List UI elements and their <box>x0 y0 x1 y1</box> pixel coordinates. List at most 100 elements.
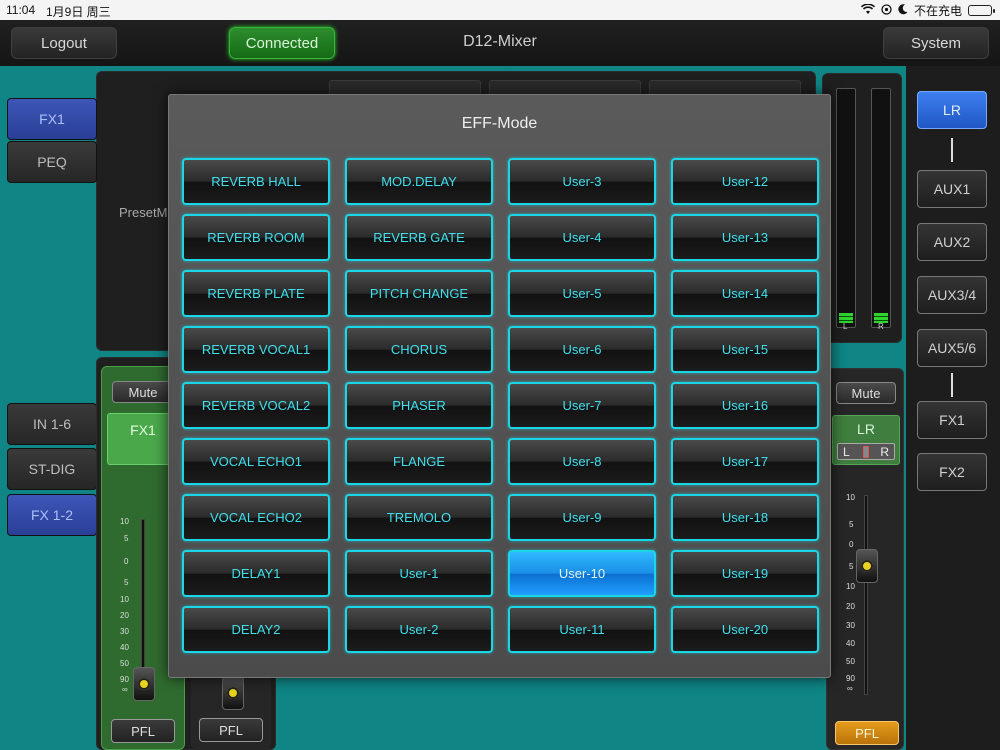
moon-icon <box>898 3 908 18</box>
lr-fader-track[interactable] <box>864 495 868 695</box>
effect-option-button[interactable]: User-14 <box>671 270 819 317</box>
effect-option-button[interactable]: REVERB VOCAL1 <box>182 326 330 373</box>
effect-option-button[interactable]: REVERB GATE <box>345 214 493 261</box>
fx1-scale-inf: ∞ <box>122 685 128 694</box>
fx1-scale-0: 0 <box>124 557 129 566</box>
fx1-scale-10: 10 <box>120 517 129 526</box>
fx1-scale-20: 20 <box>120 611 129 620</box>
lr-fader-knob[interactable] <box>856 549 878 583</box>
effect-option-button[interactable]: User-3 <box>508 158 656 205</box>
lr-balance-l: L <box>843 445 850 459</box>
preset-label: PresetM <box>119 205 168 220</box>
fx1-pfl-button[interactable]: PFL <box>111 719 175 743</box>
effect-option-button[interactable]: VOCAL ECHO1 <box>182 438 330 485</box>
bus-aux1-button[interactable]: AUX1 <box>917 170 987 208</box>
effect-option-button[interactable]: DELAY1 <box>182 550 330 597</box>
effect-option-button[interactable]: User-16 <box>671 382 819 429</box>
system-button[interactable]: System <box>883 27 989 59</box>
effect-option-button[interactable]: User-19 <box>671 550 819 597</box>
tab-peq[interactable]: PEQ <box>7 141 97 183</box>
bus-aux56-button[interactable]: AUX5/6 <box>917 329 987 367</box>
bus-fx2-button[interactable]: FX2 <box>917 453 987 491</box>
bus-lr-button[interactable]: LR <box>917 91 987 129</box>
status-right: 不在充电 <box>860 2 995 19</box>
tab-fx1[interactable]: FX1 <box>7 98 97 140</box>
bus-aux2-button[interactable]: AUX2 <box>917 223 987 261</box>
fx2-pfl-button[interactable]: PFL <box>199 718 263 742</box>
effect-option-button[interactable]: User-13 <box>671 214 819 261</box>
meter-left <box>836 88 856 328</box>
lr-strip: Mute LR L R 10 5 0 5 10 20 30 40 50 90 ∞… <box>826 368 904 750</box>
connected-button[interactable]: Connected <box>229 27 335 59</box>
tab-st-dig[interactable]: ST-DIG <box>7 448 97 490</box>
lr-name-box: LR L R <box>832 415 900 465</box>
effect-option-button[interactable]: User-18 <box>671 494 819 541</box>
tab-in-1-6[interactable]: IN 1-6 <box>7 403 97 445</box>
effect-option-button[interactable]: User-7 <box>508 382 656 429</box>
effect-option-button[interactable]: User-5 <box>508 270 656 317</box>
tab-fx-1-2[interactable]: FX 1-2 <box>7 494 97 536</box>
effect-option-button[interactable]: MOD.DELAY <box>345 158 493 205</box>
lr-balance[interactable]: L R <box>837 443 895 460</box>
top-bar: Logout Connected D12-Mixer System <box>0 20 1000 66</box>
lr-pfl-button[interactable]: PFL <box>835 721 899 745</box>
effect-option-button[interactable]: User-12 <box>671 158 819 205</box>
battery-icon <box>968 5 995 16</box>
effect-option-button[interactable]: User-10 <box>508 550 656 597</box>
meter-right <box>871 88 891 328</box>
wifi-icon <box>860 2 876 18</box>
app-title: D12-Mixer <box>463 33 537 50</box>
effect-option-button[interactable]: User-20 <box>671 606 819 653</box>
fx1-scale-90: 90 <box>120 675 129 684</box>
eff-mode-dialog: EFF-Mode REVERB HALL MOD.DELAY User-3 User-… <box>168 94 831 678</box>
lr-scale-inf: ∞ <box>847 684 853 693</box>
effect-option-button[interactable]: CHORUS <box>345 326 493 373</box>
effect-option-button[interactable]: REVERB HALL <box>182 158 330 205</box>
bus-fx1-button[interactable]: FX1 <box>917 401 987 439</box>
effect-option-button[interactable]: User-8 <box>508 438 656 485</box>
fx1-scale-10b: 10 <box>120 595 129 604</box>
lr-scale-90: 90 <box>846 674 855 683</box>
lr-mute-button[interactable]: Mute <box>836 382 896 404</box>
lr-scale-5: 5 <box>849 520 854 529</box>
effect-option-button[interactable]: REVERB VOCAL2 <box>182 382 330 429</box>
meter-panel: L R <box>822 73 902 343</box>
fx1-scale-5: 5 <box>124 534 129 543</box>
lr-name-label: LR <box>857 421 875 437</box>
effect-option-button[interactable]: DELAY2 <box>182 606 330 653</box>
location-icon <box>881 3 892 18</box>
effect-option-button[interactable]: User-11 <box>508 606 656 653</box>
fx1-mute-button[interactable]: Mute <box>112 381 174 403</box>
effect-option-button[interactable]: VOCAL ECHO2 <box>182 494 330 541</box>
meter-right-label: R <box>878 322 884 331</box>
fx1-scale-40: 40 <box>120 643 129 652</box>
effect-option-button[interactable]: User-17 <box>671 438 819 485</box>
fx1-scale-5b: 5 <box>124 578 129 587</box>
effect-option-button[interactable]: User-15 <box>671 326 819 373</box>
effect-option-button[interactable]: User-6 <box>508 326 656 373</box>
bus-divider-2 <box>951 373 953 397</box>
effect-option-button[interactable]: User-4 <box>508 214 656 261</box>
fx1-scale-50: 50 <box>120 659 129 668</box>
lr-scale-0: 0 <box>849 540 854 549</box>
fx2-fader-knob[interactable] <box>222 676 244 710</box>
effect-grid: REVERB HALL MOD.DELAY User-3 User-12 REVERB … <box>182 158 819 653</box>
effect-option-button[interactable]: REVERB ROOM <box>182 214 330 261</box>
charging-status: 不在充电 <box>913 4 962 18</box>
dialog-title: EFF-Mode <box>461 115 538 132</box>
effect-option-button[interactable]: User-2 <box>345 606 493 653</box>
bus-aux34-button[interactable]: AUX3/4 <box>917 276 987 314</box>
fx1-scale-30: 30 <box>120 627 129 636</box>
fx1-fader-knob[interactable] <box>133 667 155 701</box>
effect-option-button[interactable]: TREMOLO <box>345 494 493 541</box>
effect-option-button[interactable]: FLANGE <box>345 438 493 485</box>
bus-divider-1 <box>951 138 953 162</box>
effect-option-button[interactable]: User-1 <box>345 550 493 597</box>
logout-button[interactable]: Logout <box>11 27 117 59</box>
meter-left-label: L <box>843 322 848 331</box>
lr-balance-knob[interactable] <box>863 446 869 458</box>
effect-option-button[interactable]: REVERB PLATE <box>182 270 330 317</box>
effect-option-button[interactable]: User-9 <box>508 494 656 541</box>
effect-option-button[interactable]: PITCH CHANGE <box>345 270 493 317</box>
effect-option-button[interactable]: PHASER <box>345 382 493 429</box>
